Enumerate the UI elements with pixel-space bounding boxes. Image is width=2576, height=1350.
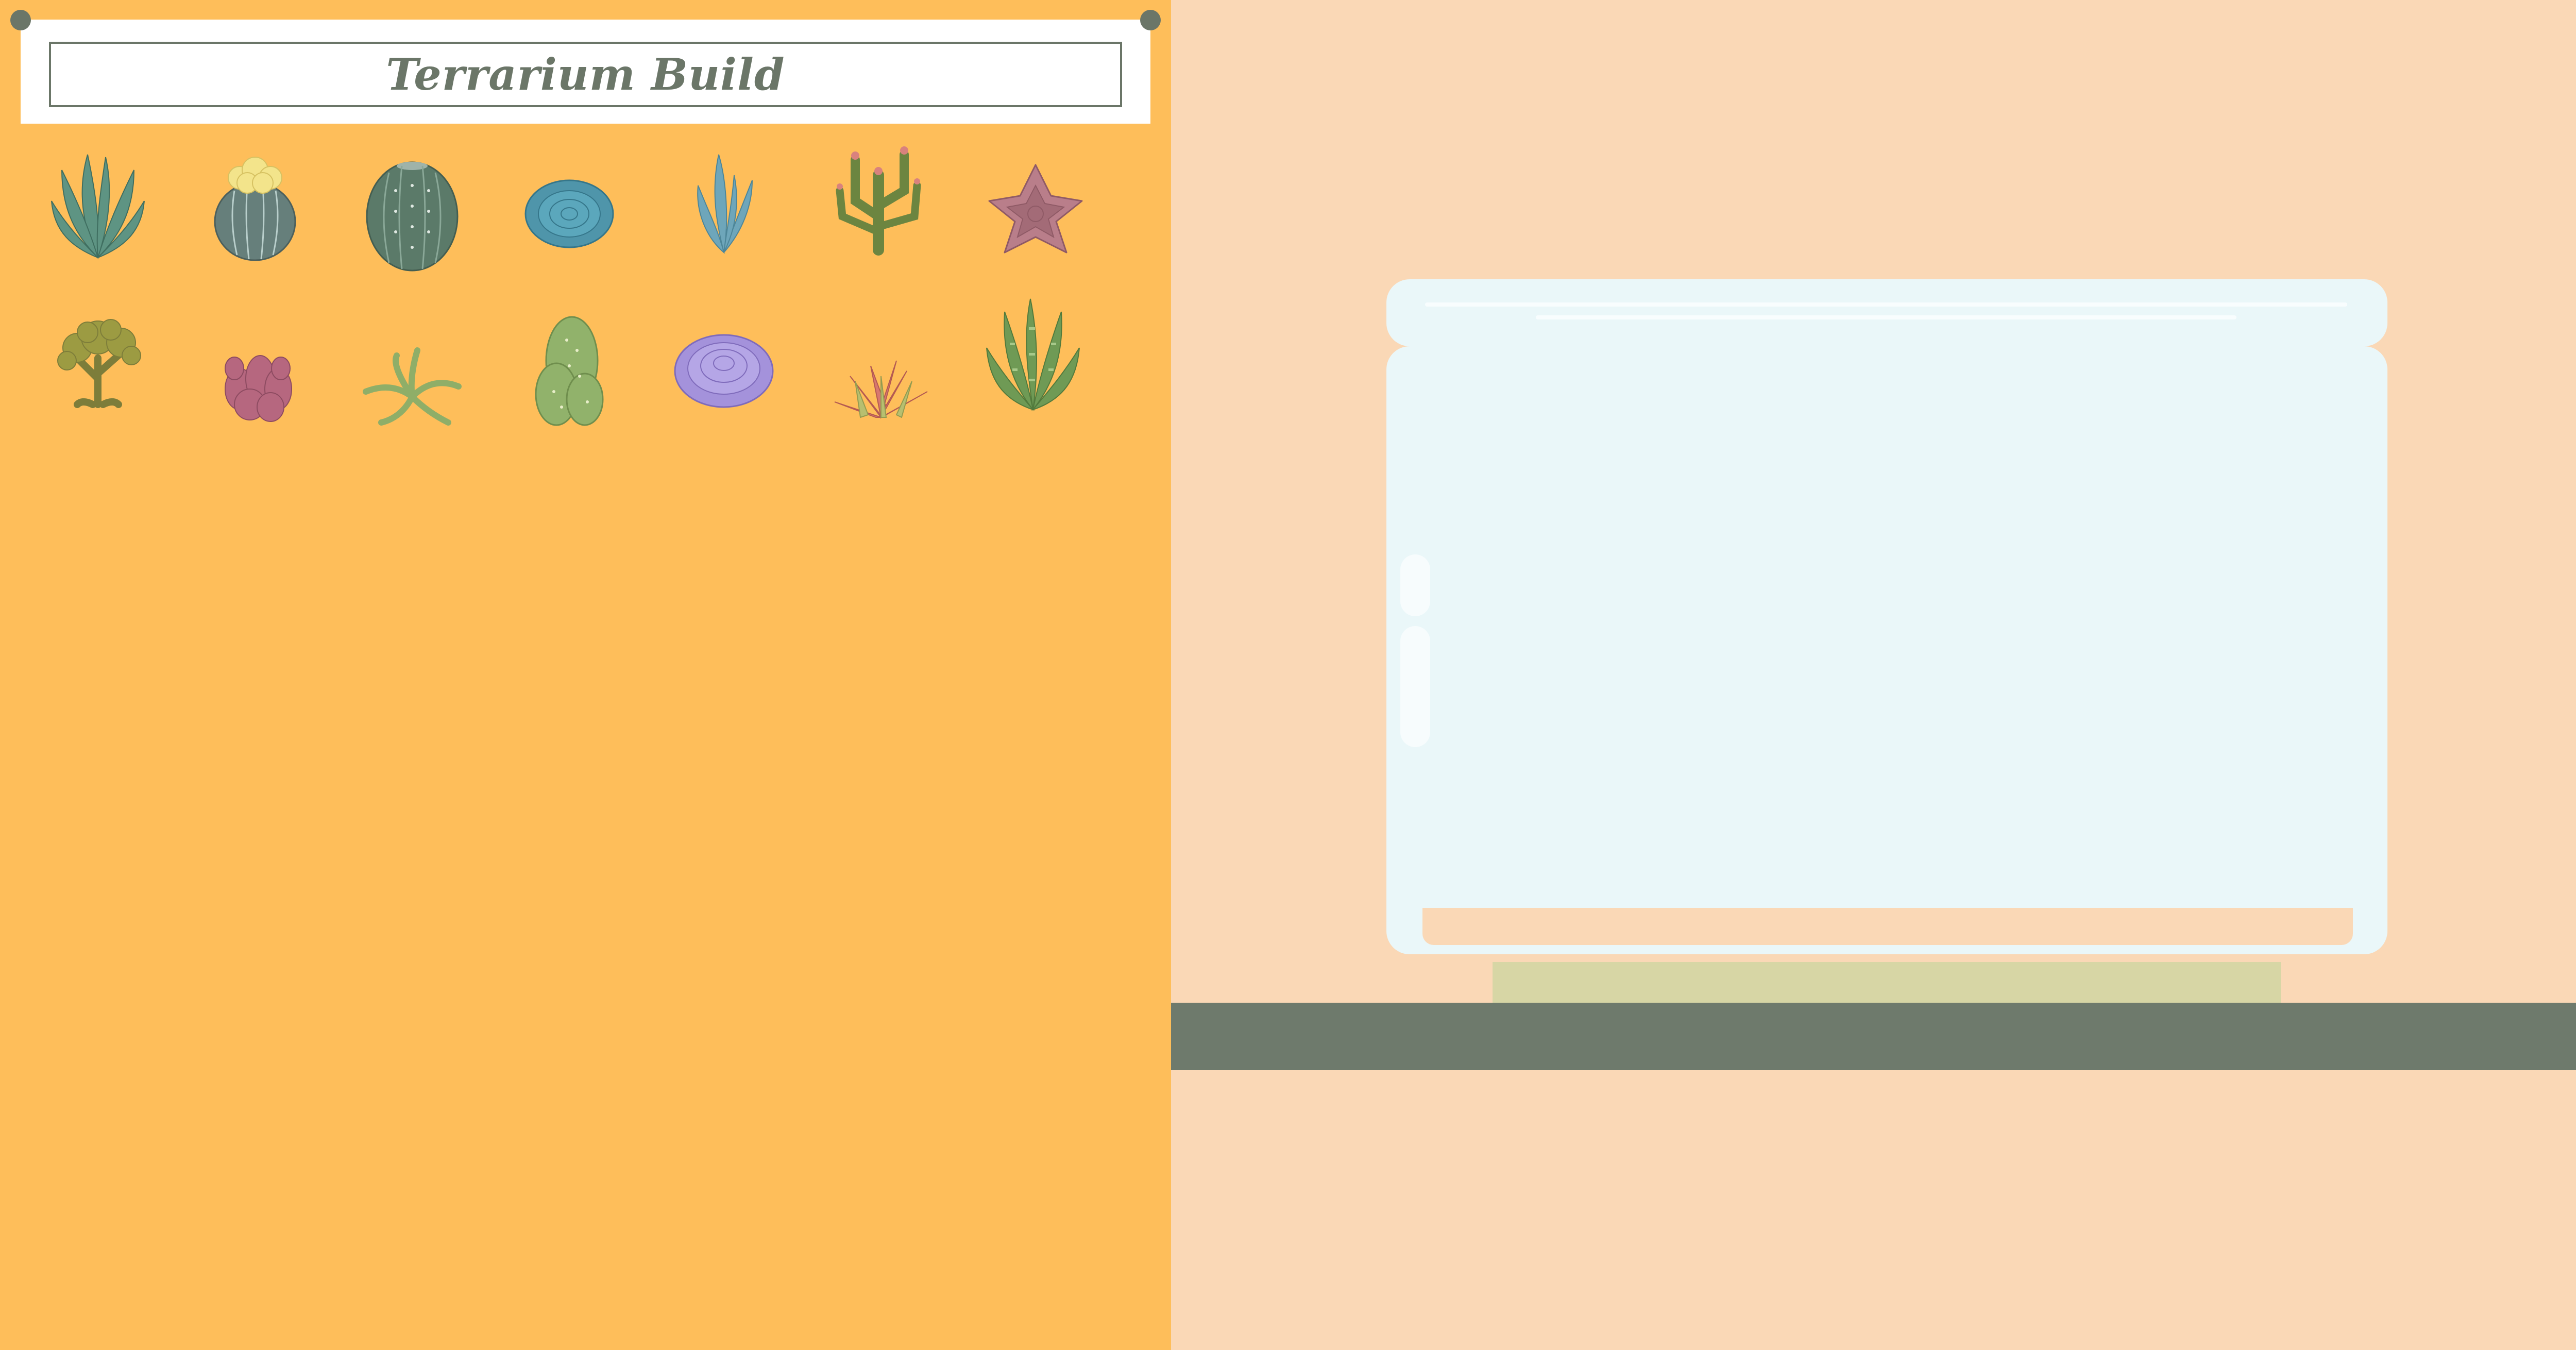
jar-glint: [1400, 626, 1430, 747]
title-frame: Terrarium Build: [49, 42, 1122, 107]
terrarium-jar[interactable]: [1386, 346, 2387, 954]
pink-echeveria-icon[interactable]: [984, 160, 1087, 273]
barrel-cactus-icon[interactable]: [361, 160, 464, 273]
pin-icon: [1140, 10, 1161, 30]
jar-bottom: [1422, 908, 2353, 945]
shelf: [1171, 1003, 2576, 1070]
trailing-succulent-icon[interactable]: [361, 319, 464, 433]
branching-cactus-icon[interactable]: [827, 139, 930, 256]
jar-lid: [1386, 279, 2387, 346]
flowering-barrel-cactus-icon[interactable]: [204, 149, 307, 263]
blue-rosette-succulent-icon[interactable]: [518, 165, 621, 278]
title-card: Terrarium Build: [21, 20, 1150, 124]
page-title: Terrarium Build: [386, 49, 785, 100]
plant-palette-panel: Terrarium Build: [0, 0, 1171, 1350]
aloe-icon[interactable]: [46, 149, 149, 263]
jade-tree-icon[interactable]: [46, 301, 149, 415]
bunny-ear-cactus-icon[interactable]: [518, 314, 621, 428]
lid-highlight: [1425, 302, 2347, 307]
lid-highlight: [1536, 315, 2236, 319]
red-ice-plant-icon[interactable]: [829, 345, 933, 459]
jar-glint: [1400, 554, 1430, 616]
jar-base: [1493, 962, 2281, 1003]
blue-finger-succulent-icon[interactable]: [675, 149, 778, 263]
pin-icon: [10, 10, 31, 30]
pink-coral-succulent-icon[interactable]: [204, 322, 307, 435]
snake-plant-icon[interactable]: [981, 296, 1084, 411]
purple-rosette-succulent-icon[interactable]: [672, 314, 775, 428]
